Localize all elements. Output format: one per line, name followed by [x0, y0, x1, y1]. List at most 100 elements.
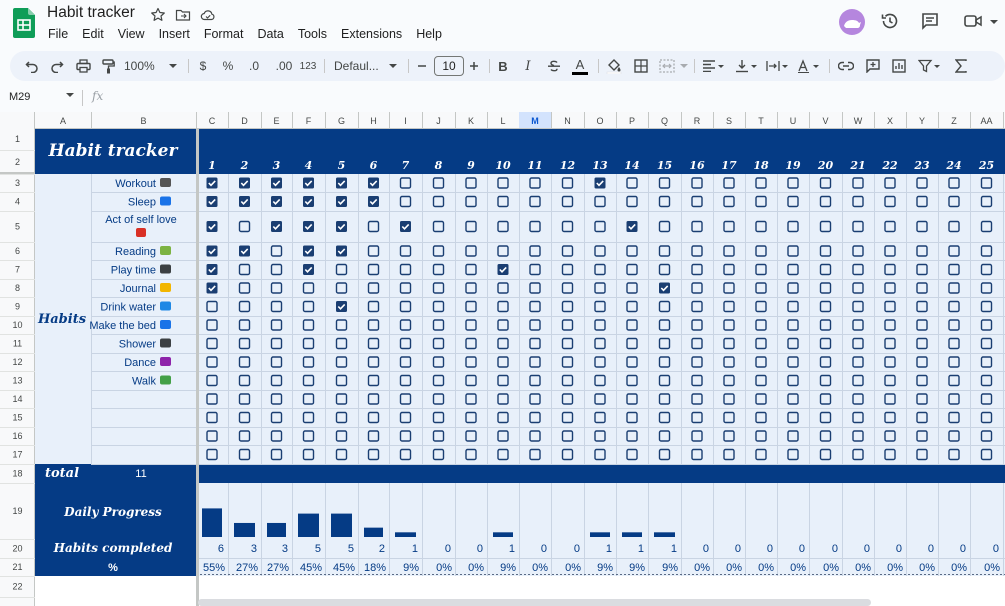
font-dropdown-icon[interactable]: [389, 64, 397, 69]
row-header-14: 14: [12, 394, 22, 404]
functions-button[interactable]: [951, 56, 971, 76]
habits-completed-value: 0: [735, 543, 741, 555]
version-history-icon[interactable]: [880, 11, 900, 31]
habits-section-label: Habits: [37, 312, 87, 327]
checkbox-checked[interactable]: [206, 196, 218, 207]
text-wrapping-button[interactable]: [764, 56, 790, 76]
undo-button[interactable]: [22, 56, 42, 76]
menu-extensions[interactable]: Extensions: [334, 26, 409, 44]
column-header-q: Q: [661, 116, 668, 126]
borders-button[interactable]: [631, 56, 651, 76]
checkbox-checked[interactable]: [206, 221, 218, 232]
checkbox-checked[interactable]: [271, 196, 282, 207]
checkbox-checked[interactable]: [368, 177, 379, 189]
checkbox-checked[interactable]: [336, 196, 347, 207]
menu-file[interactable]: File: [41, 26, 75, 44]
star-icon[interactable]: [150, 7, 166, 23]
insert-comment-button[interactable]: [863, 56, 883, 76]
checkbox-checked[interactable]: [626, 221, 638, 232]
move-folder-icon[interactable]: [175, 7, 191, 23]
menu-insert[interactable]: Insert: [152, 26, 197, 44]
increase-font-size-button[interactable]: [466, 56, 482, 76]
text-rotation-button[interactable]: [795, 56, 821, 76]
font-size-input[interactable]: 10: [434, 56, 464, 76]
decrease-font-size-button[interactable]: [414, 56, 430, 76]
checkbox-checked[interactable]: [206, 245, 218, 257]
checkbox-checked[interactable]: [206, 264, 218, 275]
progress-bar: [267, 522, 286, 537]
cloud-status-icon[interactable]: [200, 7, 216, 23]
fill-color-button[interactable]: [604, 56, 624, 76]
paint-format-button[interactable]: [98, 56, 118, 76]
checkbox-checked[interactable]: [271, 221, 282, 232]
menu-view[interactable]: View: [111, 26, 152, 44]
strikethrough-button[interactable]: [545, 56, 563, 76]
font-family-select[interactable]: Defaul...: [334, 56, 390, 76]
merge-dropdown-icon[interactable]: [680, 64, 688, 69]
menu-help[interactable]: Help: [409, 26, 449, 44]
insert-link-button[interactable]: [836, 56, 856, 76]
text-color-swatch: [572, 71, 588, 75]
checkbox-checked[interactable]: [239, 196, 250, 207]
day-number-19: 19: [785, 159, 801, 172]
decrease-decimal-button[interactable]: .0: [243, 56, 265, 76]
checkbox-checked[interactable]: [336, 221, 347, 232]
checkbox-checked[interactable]: [368, 196, 379, 207]
zoom-dropdown-icon[interactable]: [169, 64, 177, 69]
checkbox-checked[interactable]: [336, 177, 347, 189]
document-title[interactable]: Habit tracker: [47, 4, 135, 22]
row-header-16: 16: [12, 431, 22, 441]
meet-video-icon[interactable]: [963, 11, 983, 31]
checkbox-checked[interactable]: [594, 177, 606, 189]
checkbox-checked[interactable]: [271, 177, 282, 189]
more-formats-button[interactable]: 123: [298, 56, 318, 76]
checkbox-fill: [336, 221, 347, 232]
checkbox-checked[interactable]: [206, 177, 218, 189]
checkbox-checked[interactable]: [336, 245, 347, 257]
checkbox-checked[interactable]: [239, 245, 250, 257]
checkbox-checked[interactable]: [336, 301, 347, 312]
italic-button[interactable]: I: [520, 56, 536, 76]
text-color-button[interactable]: A: [571, 56, 589, 76]
menu-data[interactable]: Data: [250, 26, 290, 44]
checkbox-checked[interactable]: [400, 221, 411, 232]
zoom-select[interactable]: 100%: [124, 56, 162, 76]
checkbox-checked[interactable]: [239, 177, 250, 189]
avatar[interactable]: [839, 9, 865, 35]
name-box-dropdown-icon[interactable]: [66, 93, 74, 98]
horizontal-scrollbar[interactable]: [198, 599, 871, 606]
frozen-column-divider[interactable]: [196, 128, 199, 606]
filter-button[interactable]: [916, 56, 942, 76]
checkbox-checked[interactable]: [303, 245, 314, 257]
checkbox-checked[interactable]: [206, 282, 218, 294]
checkbox-checked[interactable]: [303, 221, 314, 232]
print-button[interactable]: [73, 56, 93, 76]
bold-button[interactable]: B: [495, 56, 511, 76]
merge-cells-button[interactable]: [657, 56, 677, 76]
currency-format-button[interactable]: $: [195, 56, 211, 76]
checkbox-checked[interactable]: [303, 177, 314, 189]
comments-icon[interactable]: [920, 11, 940, 31]
percent-format-button[interactable]: %: [219, 56, 237, 76]
sheets-logo-icon[interactable]: [13, 8, 35, 38]
menu-format[interactable]: Format: [197, 26, 251, 44]
increase-decimal-button[interactable]: .00: [271, 56, 297, 76]
checkbox-checked[interactable]: [497, 264, 509, 275]
name-box[interactable]: M29: [9, 91, 30, 103]
meet-dropdown-icon[interactable]: [989, 11, 999, 31]
checkbox-checked[interactable]: [303, 196, 314, 207]
menu-tools[interactable]: Tools: [291, 26, 334, 44]
checkbox-checked[interactable]: [303, 264, 314, 275]
title-bar: Habit tracker File Edit View Insert Form…: [0, 0, 1005, 48]
redo-button[interactable]: [47, 56, 67, 76]
toolbar-divider: [408, 59, 409, 73]
horizontal-align-button[interactable]: [700, 56, 726, 76]
day-number-23: 23: [913, 159, 930, 172]
menu-edit[interactable]: Edit: [75, 26, 111, 44]
insert-chart-button[interactable]: [889, 56, 909, 76]
spreadsheet-grid[interactable]: A B C D E F G H I J K L M N O P Q R S T U V W X Y Z AA 1 2 3 4 5 6 7 8 9 10 1…: [0, 112, 1005, 606]
vertical-align-button[interactable]: [733, 56, 759, 76]
checkbox-checked[interactable]: [659, 282, 670, 294]
frozen-row-divider[interactable]: [0, 172, 35, 174]
column-header-b: B: [140, 116, 146, 126]
